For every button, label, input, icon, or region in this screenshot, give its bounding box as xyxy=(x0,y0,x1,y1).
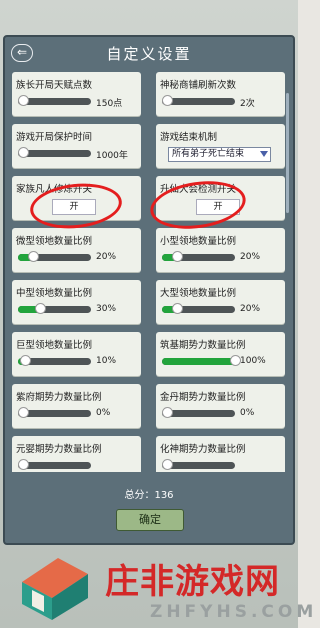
watermark-subtitle: ZHFYHS.COM xyxy=(150,602,318,622)
slider-handle[interactable] xyxy=(171,251,183,262)
setting-card: 筑基期势力数量比例 100% xyxy=(156,332,285,376)
setting-card: 小型领地数量比例 20% xyxy=(156,228,285,272)
slider-track[interactable] xyxy=(162,251,235,262)
slider-track[interactable] xyxy=(162,459,235,470)
slider-track[interactable] xyxy=(18,147,91,158)
setting-card: 紫府期势力数量比例 0% xyxy=(12,384,141,428)
setting-card: 游戏结束机制所有弟子死亡结束 xyxy=(156,124,285,168)
slider-handle[interactable] xyxy=(34,303,46,314)
setting-label: 微型领地数量比例 xyxy=(16,236,93,247)
slider-value: 1000年 xyxy=(96,151,128,161)
scrollbar[interactable] xyxy=(286,93,289,213)
slider-track[interactable] xyxy=(18,95,91,106)
setting-card: 游戏开局保护时间 1000年 xyxy=(12,124,141,168)
slider-track[interactable] xyxy=(18,303,91,314)
slider-handle[interactable] xyxy=(162,407,173,418)
setting-label: 金丹期势力数量比例 xyxy=(160,392,246,403)
setting-label: 化神期势力数量比例 xyxy=(160,444,246,455)
dropdown-arrow-icon xyxy=(260,151,268,157)
slider-handle[interactable] xyxy=(162,95,173,106)
house-logo-icon xyxy=(22,558,88,620)
setting-card: 神秘商铺刷新次数 2次 xyxy=(156,72,285,116)
slider-handle[interactable] xyxy=(162,459,173,470)
slider-fill xyxy=(162,358,235,365)
setting-card: 化神期势力数量比例 xyxy=(156,436,285,472)
back-button[interactable]: ⇐ xyxy=(11,44,33,62)
setting-label: 小型领地数量比例 xyxy=(160,236,237,247)
slider-value: 150点 xyxy=(96,99,123,109)
slider-handle[interactable] xyxy=(18,95,29,106)
settings-panel: 自定义设置 ⇐ 族长开局天赋点数 150点 神秘商铺刷新次数 2次 游戏开局保护时间 10… xyxy=(3,35,295,545)
slider-track[interactable] xyxy=(18,251,91,262)
setting-label: 巨型领地数量比例 xyxy=(16,340,93,351)
slider-value: 20% xyxy=(240,304,261,314)
setting-card: 中型领地数量比例 30% xyxy=(12,280,141,324)
setting-label: 元婴期势力数量比例 xyxy=(16,444,102,455)
slider-handle[interactable] xyxy=(18,407,29,418)
setting-card: 元婴期势力数量比例 xyxy=(12,436,141,472)
slider-track[interactable] xyxy=(162,407,235,418)
slider-track[interactable] xyxy=(18,459,91,470)
slider-track[interactable] xyxy=(18,407,91,418)
slider-value: 20% xyxy=(96,252,117,262)
back-arrow-icon: ⇐ xyxy=(16,45,28,59)
setting-label: 游戏结束机制 xyxy=(160,132,218,143)
setting-label: 大型领地数量比例 xyxy=(160,288,237,299)
confirm-button[interactable]: 确定 xyxy=(116,509,184,531)
slider-value: 30% xyxy=(96,304,117,314)
slider-value: 0% xyxy=(96,408,111,418)
slider-handle[interactable] xyxy=(18,147,29,158)
total-score: 总分：136 xyxy=(124,490,174,501)
setting-label: 筑基期势力数量比例 xyxy=(160,340,246,351)
slider-track[interactable] xyxy=(162,303,235,314)
slider-value: 2次 xyxy=(240,99,255,109)
setting-label: 游戏开局保护时间 xyxy=(16,132,93,143)
setting-label: 神秘商铺刷新次数 xyxy=(160,80,237,91)
slider-value: 100% xyxy=(240,356,266,366)
setting-card: 金丹期势力数量比例 0% xyxy=(156,384,285,428)
select-value: 所有弟子死亡结束 xyxy=(172,149,245,159)
slider-value: 10% xyxy=(96,356,117,366)
slider-value: 20% xyxy=(240,252,261,262)
end-mode-select[interactable]: 所有弟子死亡结束 xyxy=(168,147,271,162)
slider-handle[interactable] xyxy=(20,355,32,366)
slider-value: 0% xyxy=(240,408,255,418)
slider-track[interactable] xyxy=(162,95,235,106)
setting-card: 大型领地数量比例 20% xyxy=(156,280,285,324)
slider-track[interactable] xyxy=(18,355,91,366)
setting-card: 族长开局天赋点数 150点 xyxy=(12,72,141,116)
slider-handle[interactable] xyxy=(27,251,39,262)
slider-handle[interactable] xyxy=(171,303,183,314)
setting-label: 族长开局天赋点数 xyxy=(16,80,93,91)
watermark-logo: 庄非游戏网 ZHFYHS.COM xyxy=(10,546,313,626)
setting-label: 中型领地数量比例 xyxy=(16,288,93,299)
panel-title: 自定义设置 xyxy=(106,45,192,63)
settings-list[interactable]: 族长开局天赋点数 150点 神秘商铺刷新次数 2次 游戏开局保护时间 1000年 游戏结束机… xyxy=(12,72,286,472)
setting-label: 紫府期势力数量比例 xyxy=(16,392,102,403)
slider-track[interactable] xyxy=(162,355,241,366)
setting-card: 微型领地数量比例 20% xyxy=(12,228,141,272)
slider-handle[interactable] xyxy=(18,459,29,470)
watermark-title: 庄非游戏网 xyxy=(105,562,280,602)
setting-card: 巨型领地数量比例 10% xyxy=(12,332,141,376)
